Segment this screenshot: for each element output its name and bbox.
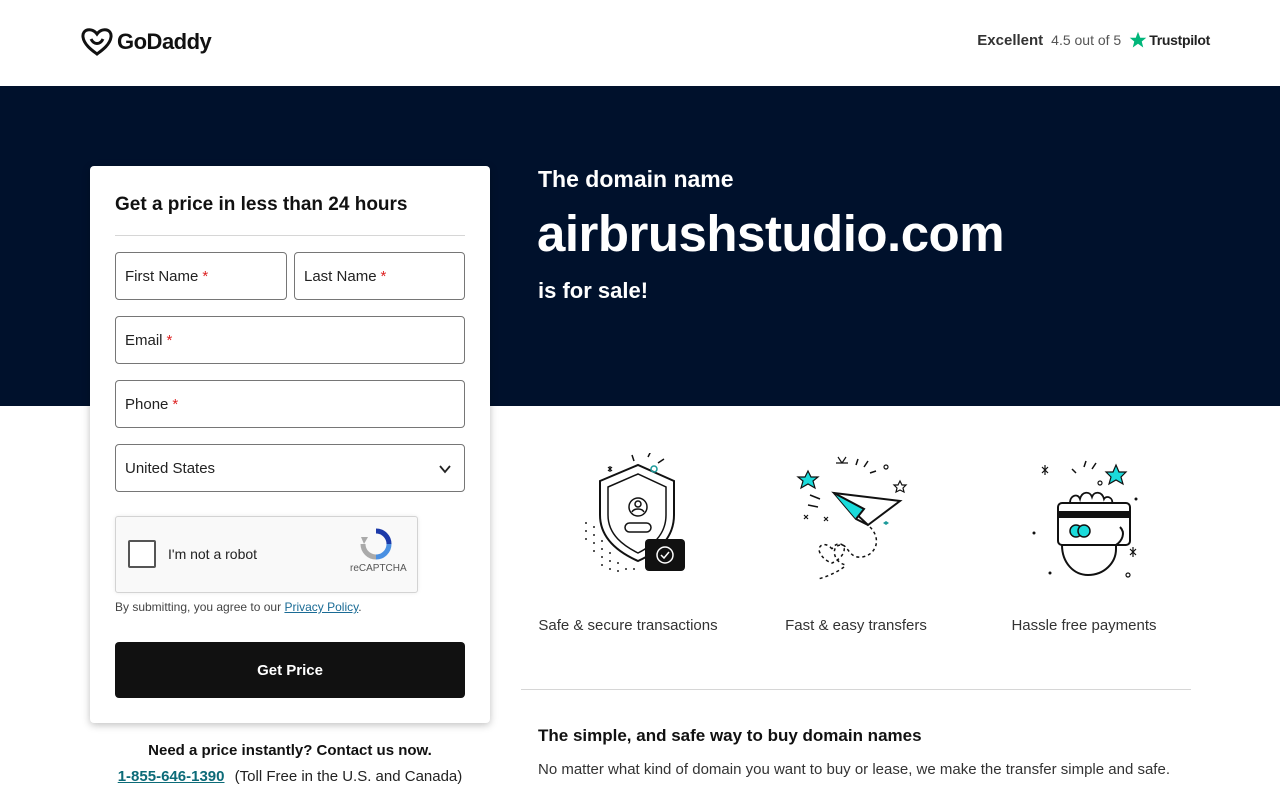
shield-user-icon (518, 450, 738, 585)
contact-line: 1-855-646-1390 (Toll Free in the U.S. an… (90, 768, 490, 785)
last-name-field[interactable]: Last Name * (294, 252, 465, 300)
country-select[interactable]: United States (115, 444, 465, 492)
form-divider (115, 235, 465, 236)
feature-payments: Hassle free payments (974, 450, 1194, 634)
domain-name: airbrushstudio.com (537, 205, 1005, 262)
card-hand-icon (974, 450, 1194, 585)
recaptcha-icon (360, 528, 392, 560)
phone-note: (Toll Free in the U.S. and Canada) (234, 768, 463, 785)
last-name-label: Last Name (304, 267, 377, 285)
recaptcha-brand: reCAPTCHA (350, 563, 407, 574)
sale-status: is for sale! (538, 278, 649, 303)
feature-transfers: Fast & easy transfers (746, 450, 966, 634)
paper-plane-icon (746, 450, 966, 585)
trust-label: Excellent (977, 31, 1044, 49)
info-body: No matter what kind of domain you want t… (538, 761, 1170, 778)
feature-secure: Safe & secure transactions (518, 450, 738, 634)
required-mark: * (380, 267, 387, 285)
required-mark: * (202, 267, 209, 285)
chevron-down-icon (439, 465, 451, 474)
star-icon (1129, 31, 1147, 48)
godaddy-logo[interactable]: GoDaddy (81, 28, 212, 56)
trustpilot-brand: Trustpilot (1129, 31, 1210, 49)
contact-heading: Need a price instantly? Contact us now. (148, 742, 432, 759)
email-field[interactable]: Email * (115, 316, 465, 364)
recaptcha-widget: I'm not a robot reCAPTCHA (115, 516, 418, 593)
first-name-label: First Name (125, 267, 199, 285)
section-divider (521, 689, 1191, 690)
trust-score: 4.5 out of 5 (1051, 32, 1122, 48)
feature-label-secure: Safe & secure transactions (538, 617, 718, 634)
site-header: GoDaddy Excellent 4.5 out of 5 Trustpilo… (0, 0, 1280, 86)
consent-end: . (358, 600, 362, 614)
required-mark: * (172, 395, 179, 413)
phone-link[interactable]: 1-855-646-1390 (118, 768, 225, 785)
country-value: United States (125, 459, 216, 477)
price-request-form: Get a price in less than 24 hours First … (90, 166, 490, 723)
required-mark: * (166, 331, 173, 349)
phone-label: Phone (125, 395, 169, 413)
phone-field[interactable]: Phone * (115, 380, 465, 428)
consent-prefix: By submitting, you agree to our (115, 600, 282, 614)
first-name-field[interactable]: First Name * (115, 252, 287, 300)
hero-intro: The domain name (538, 166, 734, 192)
brand-name: GoDaddy (117, 29, 212, 54)
recaptcha-label: I'm not a robot (168, 546, 258, 562)
godaddy-logo-icon (81, 28, 113, 56)
recaptcha-checkbox[interactable] (128, 540, 156, 568)
get-price-button[interactable]: Get Price (115, 642, 465, 698)
feature-label-payments: Hassle free payments (1011, 617, 1157, 634)
consent-text: By submitting, you agree to our Privacy … (115, 600, 362, 614)
trustpilot-rating[interactable]: Excellent 4.5 out of 5 Trustpilot (977, 31, 1210, 49)
email-label: Email (125, 331, 163, 349)
form-title: Get a price in less than 24 hours (115, 194, 408, 215)
info-title: The simple, and safe way to buy domain n… (538, 726, 922, 745)
trustpilot-text: Trustpilot (1149, 32, 1210, 48)
feature-label-transfers: Fast & easy transfers (785, 617, 927, 634)
privacy-policy-link[interactable]: Privacy Policy (284, 600, 358, 614)
